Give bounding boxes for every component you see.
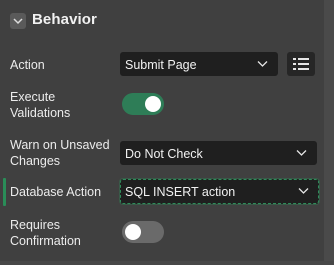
list-icon bbox=[293, 58, 309, 70]
warn-unsaved-label: Warn on Unsaved Changes bbox=[10, 137, 110, 169]
warn-unsaved-select[interactable]: Do Not Check bbox=[120, 141, 317, 165]
panel-bottom-border bbox=[0, 261, 334, 265]
warn-unsaved-select-value: Do Not Check bbox=[125, 147, 203, 161]
execute-validations-label-line1: Execute bbox=[10, 90, 56, 104]
row-focus-indicator bbox=[3, 178, 6, 206]
execute-validations-label-line2: Validations bbox=[10, 106, 71, 120]
toggle-knob bbox=[145, 96, 161, 112]
action-label: Action bbox=[10, 58, 45, 72]
chevron-down-icon bbox=[298, 188, 309, 194]
section-header: Behavior bbox=[0, 0, 324, 42]
scrollbar-track[interactable] bbox=[324, 0, 334, 265]
database-action-label: Database Action bbox=[10, 185, 102, 199]
collapse-button[interactable] bbox=[10, 13, 26, 29]
action-select-value: Submit Page bbox=[125, 58, 197, 72]
list-button[interactable] bbox=[287, 52, 315, 76]
requires-confirmation-label-line1: Requires bbox=[10, 218, 61, 232]
action-select[interactable]: Submit Page bbox=[120, 52, 278, 76]
requires-confirmation-label-line2: Confirmation bbox=[10, 234, 81, 248]
requires-confirmation-toggle[interactable] bbox=[122, 221, 164, 243]
chevron-down-icon bbox=[13, 17, 23, 24]
chevron-down-icon bbox=[296, 150, 307, 156]
warn-unsaved-label-line1: Warn on Unsaved bbox=[10, 138, 110, 152]
toggle-knob bbox=[125, 224, 141, 240]
section-title: Behavior bbox=[32, 11, 97, 28]
requires-confirmation-label: Requires Confirmation bbox=[10, 217, 81, 249]
chevron-down-icon bbox=[257, 61, 268, 67]
execute-validations-toggle[interactable] bbox=[122, 93, 164, 115]
database-action-select-value: SQL INSERT action bbox=[125, 185, 236, 199]
execute-validations-label: Execute Validations bbox=[10, 89, 70, 121]
warn-unsaved-label-line2: Changes bbox=[10, 154, 61, 168]
database-action-select[interactable]: SQL INSERT action bbox=[120, 179, 319, 204]
